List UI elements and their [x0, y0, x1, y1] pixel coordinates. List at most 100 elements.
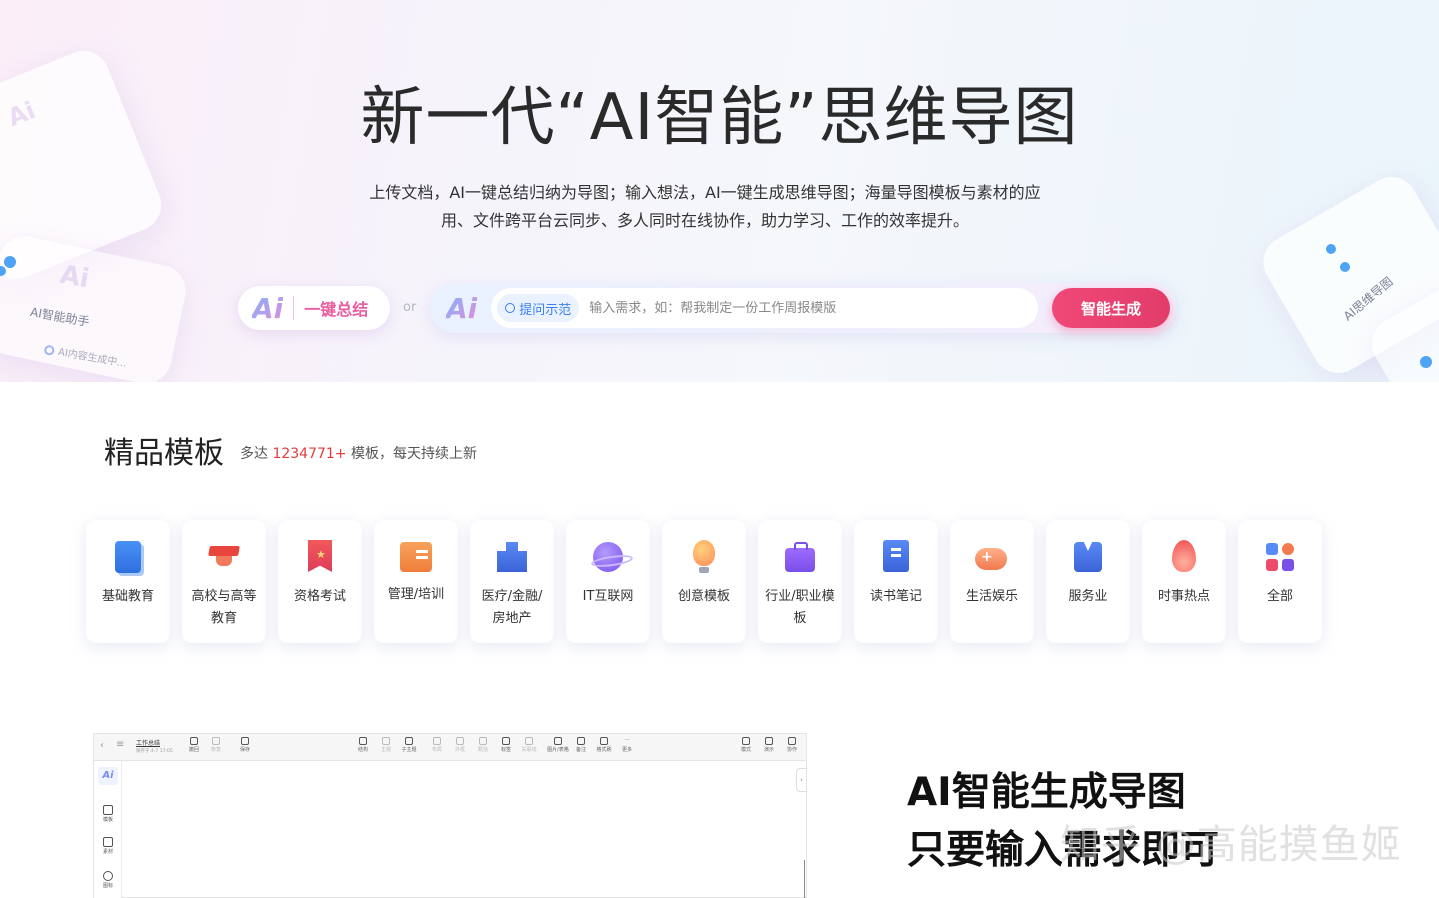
relation-line-icon: [525, 737, 533, 745]
watermark: 知乎 @高能摸鱼姬: [1060, 822, 1402, 868]
format-painter-button[interactable]: 格式刷: [593, 737, 615, 754]
undo-button[interactable]: 撤回: [183, 737, 205, 754]
templates-subtitle-suffix: 模板，每天持续上新: [351, 446, 477, 462]
toolbar-label: 布局: [431, 747, 442, 753]
layout-button[interactable]: 布局: [426, 737, 448, 754]
hero-description-line: 上传文档，AI一键总结归纳为导图；输入想法，AI一键生成思维导图；海量导图模板与…: [369, 183, 1041, 202]
notebook-icon: [879, 540, 913, 574]
divider: [293, 296, 295, 320]
templates-subtitle-prefix: 多达: [240, 446, 268, 462]
smart-generate-button[interactable]: 智能生成: [1052, 288, 1170, 328]
save-button[interactable]: 保存: [234, 737, 256, 754]
category-card-reading-notes[interactable]: 读书笔记: [854, 520, 938, 643]
management-icon: [400, 542, 432, 572]
template-icon: [103, 805, 113, 815]
ai-prompt-input[interactable]: [589, 300, 1038, 316]
mindmap-editor-preview: ‹ ≡ 工作总结 保存于 4-7 17:05 撤回 恢复 保存 结构 主题 子主…: [93, 733, 807, 898]
subtopic-button[interactable]: 子主题: [398, 737, 420, 754]
category-label: 医疗/金融/房地产: [481, 589, 543, 626]
decor-dot: [4, 256, 16, 268]
toolbar-label: 结构: [357, 747, 368, 753]
more-icon: ···: [624, 737, 630, 743]
category-card-it-internet[interactable]: IT互联网: [566, 520, 650, 643]
editor-sidebar: Ai 模板 素材 图标: [94, 761, 122, 898]
category-label: 服务业: [1068, 589, 1108, 604]
category-card-hot-topics[interactable]: 时事热点: [1142, 520, 1226, 643]
category-card-creative[interactable]: 创意模板: [662, 520, 746, 643]
category-card-service[interactable]: 服务业: [1046, 520, 1130, 643]
tag-button[interactable]: 标签: [495, 737, 517, 754]
menu-icon[interactable]: ≡: [116, 739, 124, 750]
templates-subtitle: 多达 1234771+ 模板，每天持续上新: [240, 443, 477, 463]
frame-button[interactable]: 外框: [449, 737, 471, 754]
toolbar-label: 演示: [763, 747, 774, 753]
redo-button[interactable]: 恢复: [205, 737, 227, 754]
sidebar-label: 图标: [102, 883, 113, 889]
back-arrow-icon[interactable]: ‹: [100, 740, 104, 751]
sidebar-icons-button[interactable]: 图标: [98, 871, 118, 889]
category-card-medical-finance[interactable]: 医疗/金融/房地产: [470, 520, 554, 643]
category-card-all[interactable]: 全部: [1238, 520, 1322, 643]
toolbar-label: 模式: [740, 747, 751, 753]
topic-icon: [382, 737, 390, 745]
templates-title: 精品模板: [104, 436, 224, 471]
toolbar-label: 协作: [786, 747, 797, 753]
category-card-management[interactable]: 管理/培训: [374, 520, 458, 643]
category-label: 全部: [1266, 589, 1293, 604]
category-card-industry[interactable]: 行业/职业模板: [758, 520, 842, 643]
more-button[interactable]: ··· 更多: [616, 737, 638, 754]
prompt-example-label: 提问示范: [519, 302, 572, 318]
toolbar-label: 图片/表格: [547, 747, 569, 753]
toolbar-label: 概括: [477, 747, 488, 753]
ai-input-wrapper: 提问示范: [491, 288, 1038, 328]
present-button[interactable]: 演示: [758, 737, 780, 754]
format-painter-icon: [600, 737, 608, 745]
collaborate-button[interactable]: 协作: [781, 737, 803, 754]
toolbar-label: 关联线: [521, 747, 537, 753]
category-card-lifestyle[interactable]: 生活娱乐: [950, 520, 1034, 643]
image-table-button[interactable]: 图片/表格: [545, 737, 571, 754]
mode-button[interactable]: 模式: [735, 737, 757, 754]
hero-description: 上传文档，AI一键总结归纳为导图；输入想法，AI一键生成思维导图；海量导图模板与…: [320, 179, 1090, 235]
relation-line-button[interactable]: 关联线: [518, 737, 540, 754]
prompt-example-button[interactable]: 提问示范: [497, 294, 580, 322]
present-icon: [765, 737, 773, 745]
toolbar-label: 外框: [454, 747, 465, 753]
loading-ring-icon: [43, 344, 56, 357]
note-icon: [577, 737, 585, 745]
note-button[interactable]: 备注: [570, 737, 592, 754]
panel-collapse-button[interactable]: ›: [796, 768, 806, 792]
decor-dot: [1340, 262, 1350, 272]
ai-logo-icon: Ai: [446, 291, 478, 325]
mode-icon: [742, 737, 750, 745]
template-category-list: 基础教育 高校与高等教育 ★ 资格考试 管理/培训 医疗/金融/房地产 IT互联…: [86, 520, 1322, 643]
ai-summary-button[interactable]: Ai 一键总结: [238, 286, 390, 330]
ai-generate-bar: Ai 提问示范 智能生成: [430, 283, 1176, 333]
summary-button[interactable]: 概括: [472, 737, 494, 754]
flame-icon: [1167, 540, 1201, 574]
editor-toolbar: ‹ ≡ 工作总结 保存于 4-7 17:05 撤回 恢复 保存 结构 主题 子主…: [94, 734, 806, 761]
toolbar-label: 备注: [575, 747, 586, 753]
planet-icon: [593, 542, 623, 572]
sidebar-materials-button[interactable]: 素材: [98, 837, 118, 855]
category-card-qualification-exam[interactable]: ★ 资格考试: [278, 520, 362, 643]
category-card-basic-education[interactable]: 基础教育: [86, 520, 170, 643]
ai-sidebar-button[interactable]: Ai: [98, 767, 118, 785]
hospital-icon: [495, 540, 529, 574]
uniform-icon: [1071, 540, 1105, 574]
category-card-higher-education[interactable]: 高校与高等教育: [182, 520, 266, 643]
subtopic-icon: [405, 737, 413, 745]
certificate-icon: ★: [303, 540, 337, 574]
toolbar-label: 子主题: [401, 747, 417, 753]
toolbar-label: 格式刷: [596, 747, 612, 753]
or-separator: or: [403, 300, 417, 315]
grid-icon: [1266, 543, 1294, 571]
sidebar-templates-button[interactable]: 模板: [98, 805, 118, 823]
document-title[interactable]: 工作总结: [136, 738, 160, 747]
topic-button[interactable]: 主题: [375, 737, 397, 754]
decor-dot: [1326, 244, 1336, 254]
toolbar-label: 保存: [239, 747, 250, 753]
ai-logo-icon: Ai: [252, 291, 284, 325]
structure-button[interactable]: 结构: [352, 737, 374, 754]
toolbar-label: 撤回: [188, 747, 199, 753]
